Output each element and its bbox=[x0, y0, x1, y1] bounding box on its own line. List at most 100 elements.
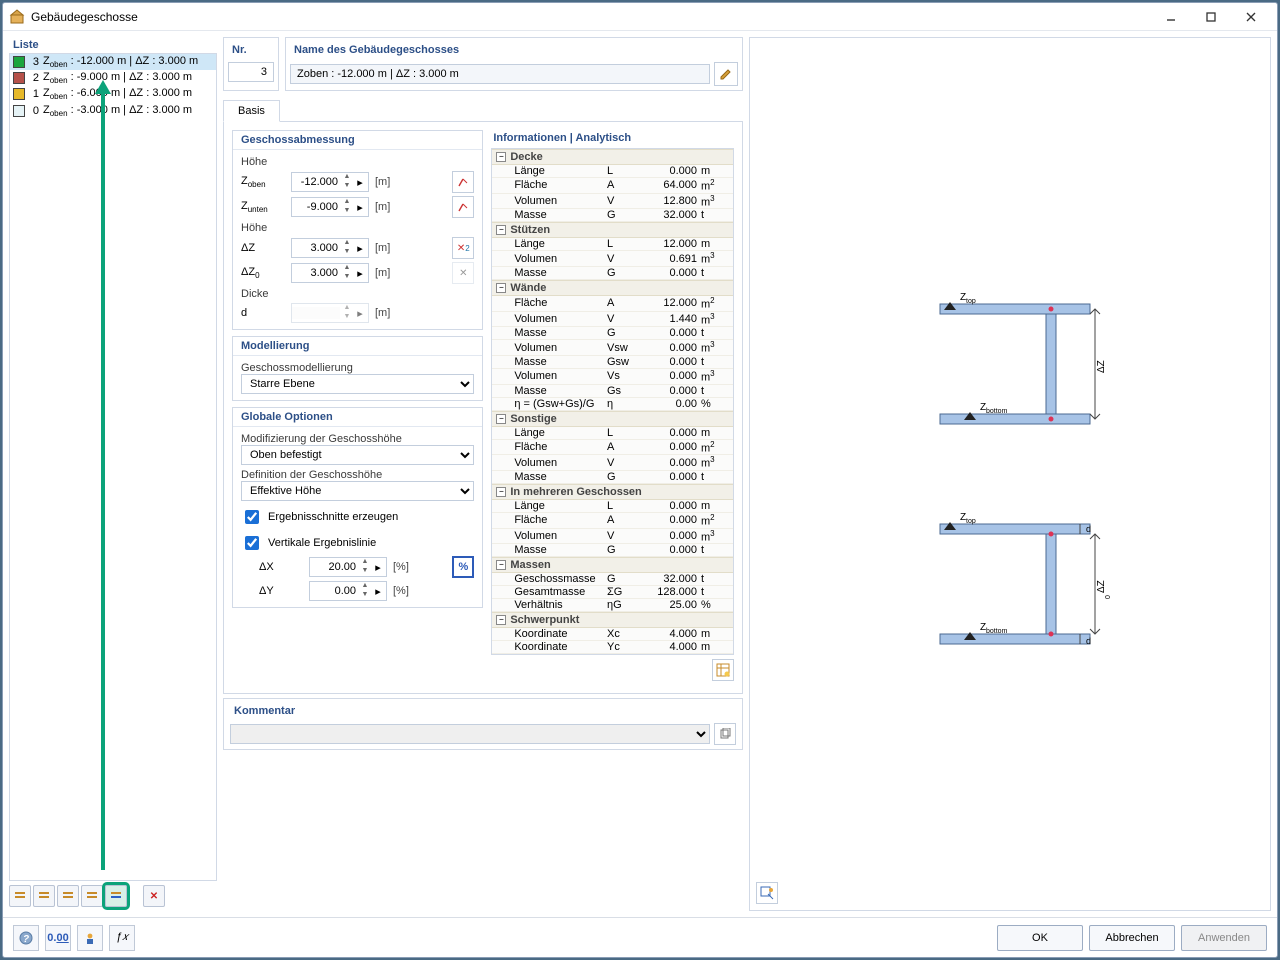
tree-row: MasseG0.000t bbox=[492, 544, 733, 557]
delete-button[interactable]: ✕ bbox=[143, 885, 165, 907]
list-tool-3[interactable] bbox=[57, 885, 79, 907]
tree-row: MasseGsw0.000t bbox=[492, 356, 733, 369]
list-tool-5-highlighted[interactable] bbox=[105, 885, 127, 907]
dz0-input[interactable] bbox=[292, 267, 340, 279]
preview-tool-button[interactable] bbox=[756, 882, 778, 904]
tree-row: η = (Gsw+Gs)/Gη0.00% bbox=[492, 398, 733, 411]
tree-group[interactable]: −Schwerpunkt bbox=[492, 612, 733, 628]
model-select[interactable]: Starre Ebene bbox=[241, 374, 474, 394]
d-input bbox=[292, 307, 340, 319]
label-hohe2: Höhe bbox=[241, 222, 474, 234]
tree-group[interactable]: −Sonstige bbox=[492, 411, 733, 427]
tree-row: FlächeA0.000m2 bbox=[492, 440, 733, 456]
info-tree: −DeckeLängeL0.000mFlächeA64.000m2Volumen… bbox=[491, 148, 734, 655]
tree-group[interactable]: −In mehreren Geschossen bbox=[492, 484, 733, 500]
list-tool-4[interactable] bbox=[81, 885, 103, 907]
svg-text:d: d bbox=[1086, 524, 1091, 534]
model-title: Modellierung bbox=[233, 337, 482, 356]
tree-group[interactable]: −Stützen bbox=[492, 222, 733, 238]
svg-text:ΔZ: ΔZ bbox=[1096, 580, 1107, 593]
tree-row: MasseG32.000t bbox=[492, 209, 733, 222]
list-tool-1[interactable] bbox=[9, 885, 31, 907]
pick-zoben-button[interactable] bbox=[452, 171, 474, 193]
dz-input[interactable] bbox=[292, 242, 340, 254]
svg-text:?: ? bbox=[23, 934, 29, 945]
tree-row: LängeL0.000m bbox=[492, 500, 733, 513]
tree-row: VolumenV0.000m3 bbox=[492, 455, 733, 471]
percent-button[interactable]: % bbox=[452, 556, 474, 578]
maximize-button[interactable] bbox=[1191, 4, 1231, 30]
list-item[interactable]: 0Zoben : -3.000 m | ΔZ : 3.000 m bbox=[10, 103, 216, 119]
dy-input[interactable] bbox=[310, 585, 358, 597]
global-label2: Definition der Geschosshöhe bbox=[241, 469, 474, 481]
list-item[interactable]: 3Zoben : -12.000 m | ΔZ : 3.000 m bbox=[10, 54, 216, 70]
svg-text:top: top bbox=[966, 298, 976, 305]
name-label: Name des Gebäudegeschosses bbox=[290, 42, 738, 58]
close-button[interactable] bbox=[1231, 4, 1271, 30]
list-item[interactable]: 2Zoben : -9.000 m | ΔZ : 3.000 m bbox=[10, 70, 216, 86]
minimize-button[interactable] bbox=[1151, 4, 1191, 30]
tree-group[interactable]: −Wände bbox=[492, 280, 733, 296]
tree-row: LängeL0.000m bbox=[492, 427, 733, 440]
storey-diagram: Ztop Zbottom ΔZ Ztop Zbottom bbox=[900, 254, 1120, 694]
tree-row: LängeL0.000m bbox=[492, 165, 733, 178]
global-label1: Modifizierung der Geschosshöhe bbox=[241, 433, 474, 445]
dz-tool-button[interactable]: ✕2 bbox=[452, 237, 474, 259]
tree-row: LängeL12.000m bbox=[492, 238, 733, 251]
info-title: Informationen | Analytisch bbox=[491, 130, 734, 148]
export-table-button[interactable] bbox=[712, 659, 734, 681]
tree-row: VolumenVs0.000m3 bbox=[492, 369, 733, 385]
model-label: Geschossmodellierung bbox=[241, 362, 474, 374]
nr-value: 3 bbox=[228, 62, 274, 82]
storey-list: 3Zoben : -12.000 m | ΔZ : 3.000 m2Zoben … bbox=[9, 53, 217, 881]
window-title: Gebäudegeschosse bbox=[31, 10, 138, 24]
tree-row: VolumenV12.800m3 bbox=[492, 194, 733, 210]
nr-label: Nr. bbox=[228, 42, 274, 58]
label-hohe1: Höhe bbox=[241, 156, 474, 168]
ok-button[interactable]: OK bbox=[997, 925, 1083, 951]
dx-input[interactable] bbox=[310, 561, 358, 573]
tree-row: VerhältnisηG25.00% bbox=[492, 599, 733, 612]
zunten-input[interactable] bbox=[292, 201, 340, 213]
list-item[interactable]: 1Zoben : -6.000 m | ΔZ : 3.000 m bbox=[10, 86, 216, 102]
tree-row: VolumenV0.000m3 bbox=[492, 529, 733, 545]
footer-help-button[interactable]: ? bbox=[13, 925, 39, 951]
comment-copy-button[interactable] bbox=[714, 723, 736, 745]
tree-row: KoordinateYc4.000m bbox=[492, 641, 733, 654]
tree-row: VolumenV1.440m3 bbox=[492, 312, 733, 328]
svg-text:ΔZ: ΔZ bbox=[1096, 360, 1107, 373]
app-icon bbox=[9, 9, 25, 25]
tree-row: FlächeA0.000m2 bbox=[492, 513, 733, 529]
svg-text:d: d bbox=[1086, 636, 1091, 646]
tree-row: MasseGs0.000t bbox=[492, 385, 733, 398]
tree-row: GesamtmasseΣG128.000t bbox=[492, 586, 733, 599]
tree-group[interactable]: −Massen bbox=[492, 557, 733, 573]
name-input[interactable] bbox=[290, 64, 710, 84]
svg-text:bottom: bottom bbox=[986, 628, 1008, 635]
chk-vertical[interactable]: Vertikale Ergebnislinie bbox=[241, 533, 474, 553]
list-tool-2[interactable] bbox=[33, 885, 55, 907]
tree-row: FlächeA64.000m2 bbox=[492, 178, 733, 194]
apply-button[interactable]: Anwenden bbox=[1181, 925, 1267, 951]
chk-results[interactable]: Ergebnisschnitte erzeugen bbox=[241, 507, 474, 527]
tree-row: FlächeA12.000m2 bbox=[492, 296, 733, 312]
global-select1[interactable]: Oben befestigt bbox=[241, 445, 474, 465]
footer-fx-button[interactable]: ƒ𝑥 bbox=[109, 925, 135, 951]
tree-row: VolumenV0.691m3 bbox=[492, 251, 733, 267]
global-select2[interactable]: Effektive Höhe bbox=[241, 481, 474, 501]
zoben-input[interactable] bbox=[292, 176, 340, 188]
tree-group[interactable]: −Decke bbox=[492, 149, 733, 165]
svg-text:bottom: bottom bbox=[986, 408, 1008, 415]
svg-text:0: 0 bbox=[1105, 595, 1112, 599]
comment-input[interactable] bbox=[230, 724, 710, 744]
tab-basis[interactable]: Basis bbox=[223, 100, 280, 122]
global-title: Globale Optionen bbox=[233, 408, 482, 427]
cancel-button[interactable]: Abbrechen bbox=[1089, 925, 1175, 951]
tree-row: MasseG0.000t bbox=[492, 471, 733, 484]
tree-row: KoordinateXc4.000m bbox=[492, 628, 733, 641]
name-edit-button[interactable] bbox=[714, 62, 738, 86]
footer-units-button[interactable]: 0.00 bbox=[45, 925, 71, 951]
footer-person-button[interactable] bbox=[77, 925, 103, 951]
svg-text:top: top bbox=[966, 518, 976, 525]
pick-zunten-button[interactable] bbox=[452, 196, 474, 218]
